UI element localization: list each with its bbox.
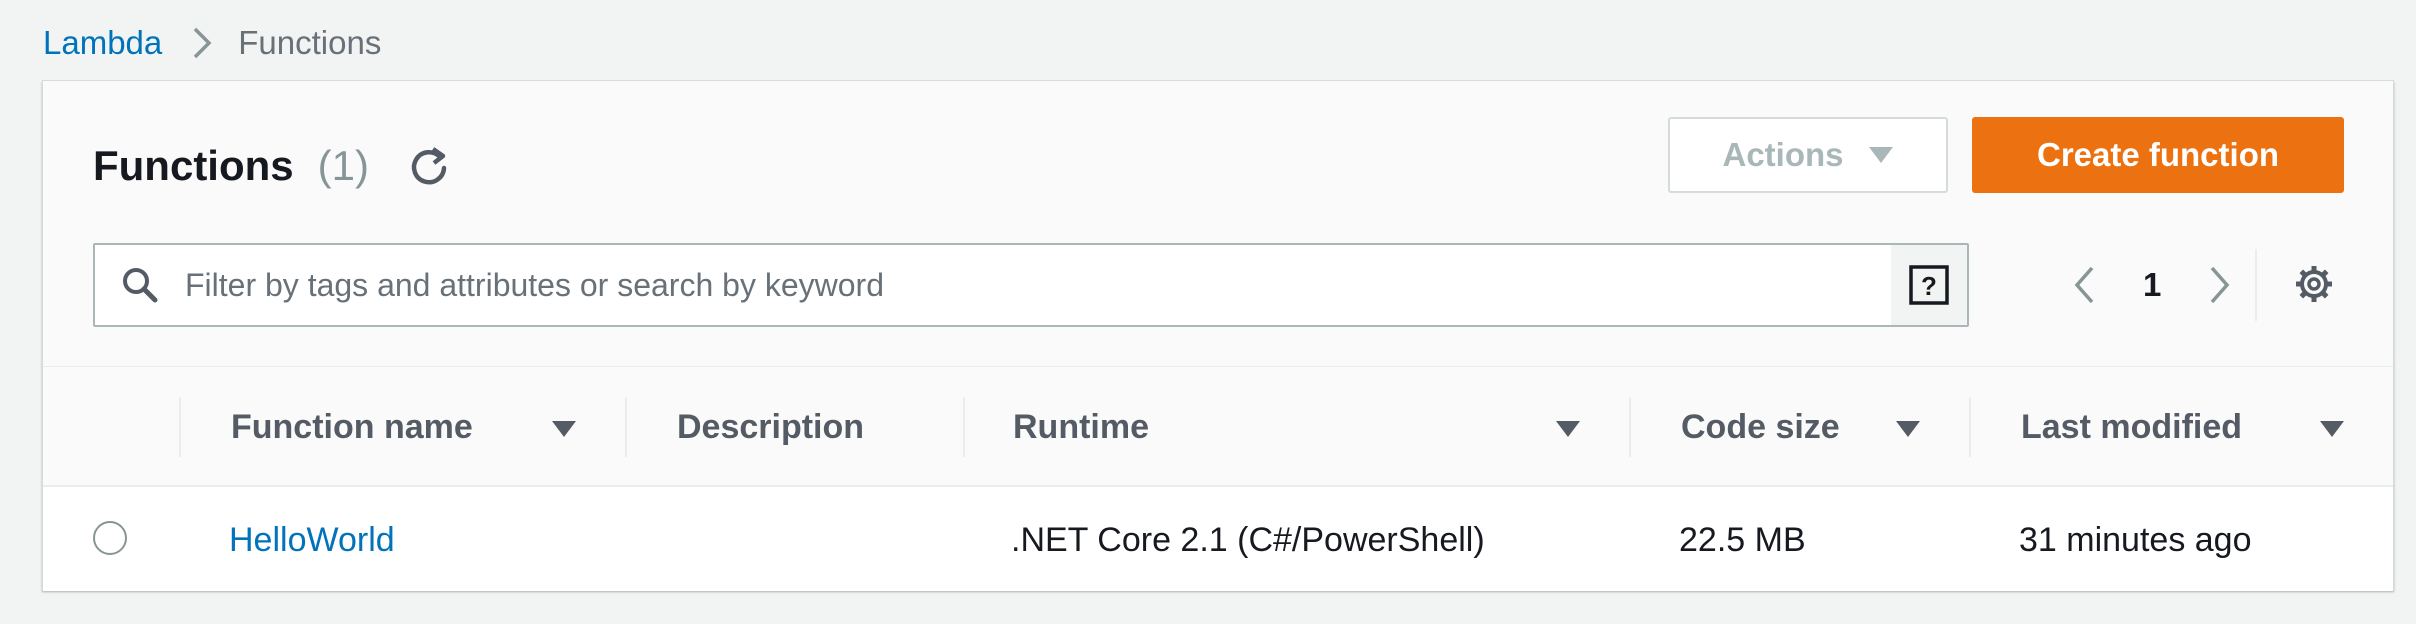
column-separator: [625, 397, 627, 457]
search-icon: [95, 265, 185, 305]
gear-icon[interactable]: [2293, 263, 2335, 305]
breadcrumb-lambda-link[interactable]: Lambda: [43, 24, 162, 62]
pagination: 1: [2073, 243, 2231, 327]
function-runtime: .NET Core 2.1 (C#/PowerShell): [1011, 520, 1485, 559]
chevron-left-icon[interactable]: [2073, 265, 2095, 305]
column-header-description[interactable]: Description: [677, 367, 864, 487]
caret-down-icon: [1868, 145, 1894, 165]
help-icon[interactable]: ?: [1891, 245, 1967, 325]
functions-count: (1): [317, 142, 369, 189]
function-code-size: 22.5 MB: [1679, 520, 1806, 559]
chevron-right-icon[interactable]: [2209, 265, 2231, 305]
chevron-right-icon: [192, 26, 212, 60]
refresh-icon[interactable]: [407, 144, 451, 188]
search-input[interactable]: [185, 245, 1891, 325]
page-number[interactable]: 1: [2143, 266, 2161, 304]
table-header: Function name Description Runtime Code s…: [43, 367, 2393, 487]
function-last-modified: 31 minutes ago: [2019, 520, 2252, 559]
function-name-link[interactable]: HelloWorld: [229, 489, 395, 591]
search-box: ?: [93, 243, 1969, 327]
column-header-code-size[interactable]: Code size: [1681, 367, 1840, 487]
sort-caret-down-icon[interactable]: [1895, 419, 1921, 439]
table-row[interactable]: HelloWorld .NET Core 2.1 (C#/PowerShell)…: [43, 489, 2393, 591]
column-separator: [1629, 397, 1631, 457]
sort-caret-down-icon[interactable]: [551, 419, 577, 439]
breadcrumb: Lambda Functions: [43, 18, 381, 68]
functions-panel: Functions (1) Actions Create function Fi…: [42, 80, 2394, 591]
column-separator: [963, 397, 965, 457]
create-function-button[interactable]: Create function: [1972, 117, 2344, 193]
svg-text:?: ?: [1921, 271, 1937, 301]
column-header-function-name[interactable]: Function name: [231, 367, 473, 487]
column-header-last-modified[interactable]: Last modified: [2021, 367, 2242, 487]
actions-button[interactable]: Actions: [1668, 117, 1948, 193]
column-separator: [1969, 397, 1971, 457]
panel-header: Functions (1) Actions Create function Fi…: [43, 81, 2393, 367]
column-header-runtime[interactable]: Runtime: [1013, 367, 1149, 487]
column-separator: [179, 397, 181, 457]
pager-divider: [2255, 249, 2257, 321]
breadcrumb-current: Functions: [238, 24, 382, 61]
sort-caret-down-icon[interactable]: [2319, 419, 2345, 439]
title-row: Functions (1): [93, 141, 451, 191]
actions-label: Actions: [1722, 136, 1844, 173]
page-title: Functions: [93, 142, 294, 189]
sort-caret-down-icon[interactable]: [1555, 419, 1581, 439]
row-select-radio[interactable]: [93, 521, 127, 555]
